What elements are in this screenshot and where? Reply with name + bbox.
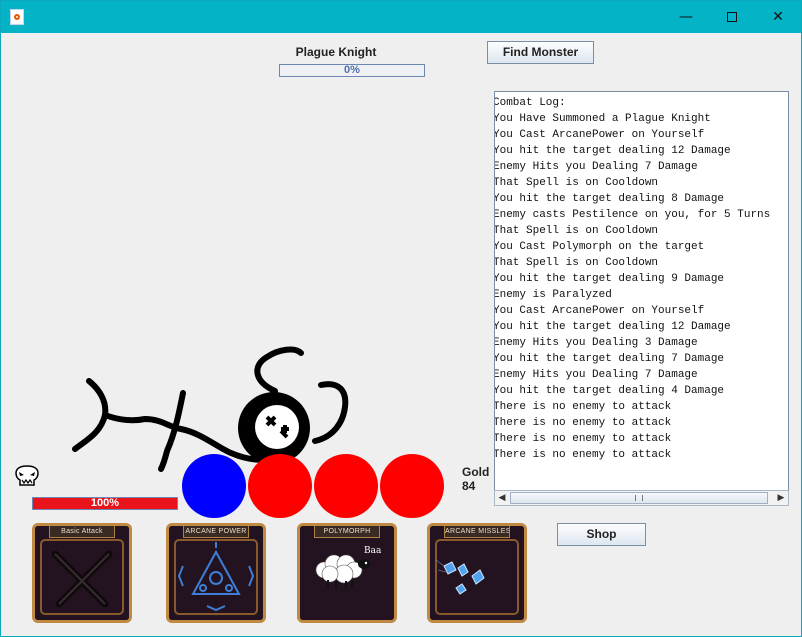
java-app-icon [10,9,24,25]
spell-arcane-missles[interactable]: ARCANE MISSLES [427,523,527,623]
maximize-icon [727,12,737,22]
find-monster-button[interactable]: Find Monster [487,41,594,64]
spell-arcane-power[interactable]: ARCANE POWER [166,523,266,623]
combat-log-line: Enemy Hits you Dealing 7 Damage [494,161,698,173]
close-button[interactable]: ✕ [755,1,801,33]
combat-log-scrollbar[interactable]: ◀ ▶ [494,490,789,506]
orb-1 [182,454,246,518]
orb-3 [314,454,378,518]
combat-log-line: You Cast ArcanePower on Yourself [494,305,705,317]
combat-log-line: There is no enemy to attack [494,417,672,429]
combat-log-line: You Cast ArcanePower on Yourself [494,129,705,141]
combat-log-line: Combat Log: [494,97,566,109]
scroll-right-arrow-icon[interactable]: ▶ [774,491,788,505]
monster-progress-text: 0% [344,64,360,76]
spell-label: ARCANE POWER [183,526,249,538]
sheep-icon [300,526,394,620]
arcane-triangle-icon [169,526,263,620]
combat-log-line: You hit the target dealing 12 Damage [494,145,731,157]
maximize-button[interactable] [709,1,755,33]
arcane-missiles-icon [430,526,524,620]
spell-label: ARCANE MISSLES [444,526,510,538]
combat-log-line: You hit the target dealing 9 Damage [494,273,725,285]
combat-log-line: You Cast Polymorph on the target [494,241,705,253]
orb-2 [248,454,312,518]
minimize-icon: — [679,9,693,25]
skull-icon [15,465,39,486]
combat-log-line: You hit the target dealing 7 Damage [494,353,725,365]
combat-log-line: Enemy is Paralyzed [494,289,612,301]
combat-log-line: There is no enemy to attack [494,401,672,413]
game-window: — ✕ Plague Knight 0% Find Monster Combat… [0,0,802,637]
combat-log-line: There is no enemy to attack [494,433,672,445]
combat-log-line: That Spell is on Cooldown [494,257,659,269]
spell-basic-attack[interactable]: Basic Attack [32,523,132,623]
combat-log-line: Enemy Hits you Dealing 7 Damage [494,369,698,381]
monster-name: Plague Knight [295,45,377,59]
combat-log-line: Enemy Hits you Dealing 3 Damage [494,337,698,349]
combat-log-line: You Have Summoned a Plague Knight [494,113,711,125]
combat-log[interactable]: Combat Log: You Have Summoned a Plague Kn… [494,91,789,491]
gold-value: 84 [462,479,476,493]
combat-log-text: Combat Log: You Have Summoned a Plague Kn… [494,95,785,463]
combat-log-line: That Spell is on Cooldown [494,177,659,189]
sheep-caption: Baa [364,546,382,556]
orb-4 [380,454,444,518]
minimize-button[interactable]: — [663,1,709,33]
spell-label: Basic Attack [49,526,115,538]
player-health-text: 100% [90,497,120,509]
combat-log-line: There is no enemy to attack [494,449,672,461]
shop-button[interactable]: Shop [557,523,646,546]
scroll-grip-icon [635,495,643,501]
title-bar[interactable]: — ✕ [1,1,801,33]
combat-log-line: You hit the target dealing 4 Damage [494,385,725,397]
scroll-thumb[interactable] [510,492,768,504]
combat-log-line: You hit the target dealing 8 Damage [494,193,725,205]
spell-polymorph[interactable]: POLYMORPH Baa [297,523,397,623]
monster-progress-bar: 0% [279,64,425,77]
gold-label: Gold [462,465,490,479]
player-health-bar: 100% [32,497,178,510]
crossed-swords-icon [35,526,129,620]
close-icon: ✕ [772,9,784,25]
combat-log-line: You hit the target dealing 12 Damage [494,321,731,333]
scroll-left-arrow-icon[interactable]: ◀ [495,491,509,505]
combat-log-line: That Spell is on Cooldown [494,225,659,237]
spell-label: POLYMORPH [314,526,380,538]
combat-log-line: Enemy casts Pestilence on you, for 5 Tur… [494,209,771,221]
